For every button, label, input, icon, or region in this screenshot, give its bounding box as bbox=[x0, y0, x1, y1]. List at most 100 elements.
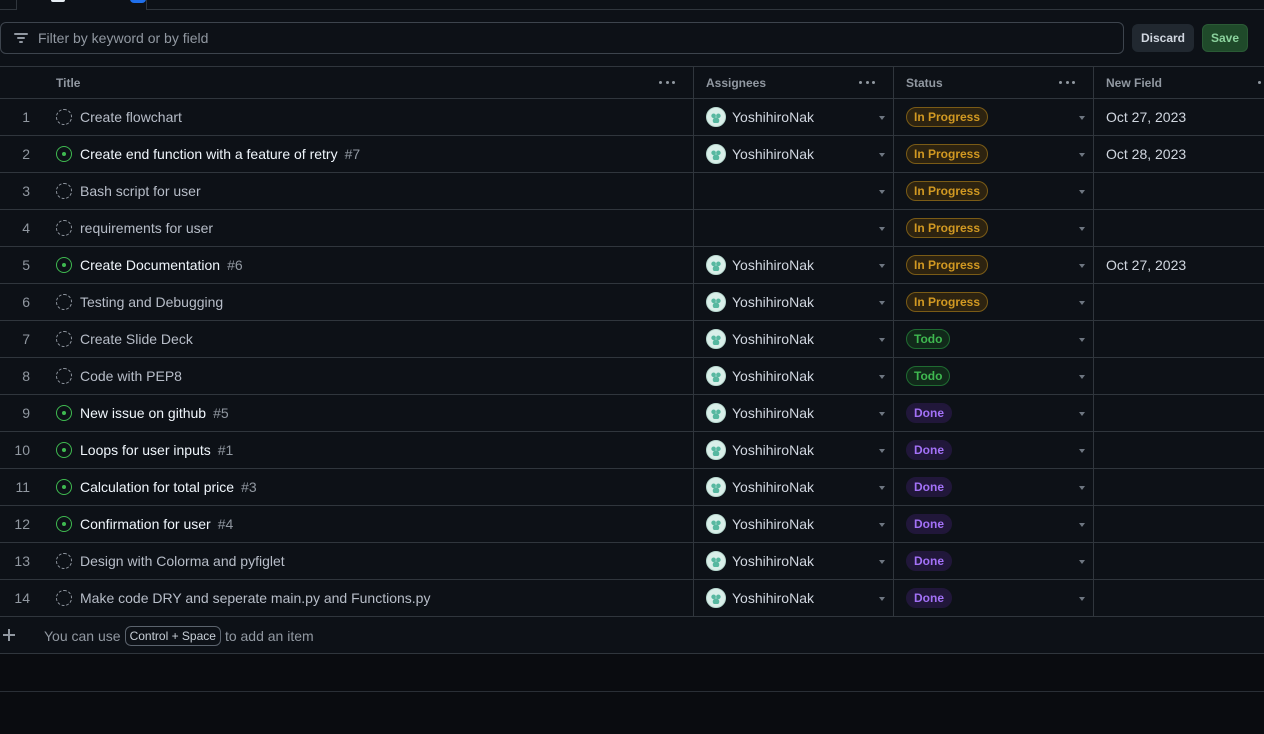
new-field-cell[interactable] bbox=[1094, 469, 1264, 505]
new-field-cell[interactable] bbox=[1094, 543, 1264, 579]
assignee-cell[interactable]: YoshihiroNak bbox=[694, 99, 894, 135]
assignee-cell[interactable]: YoshihiroNak bbox=[694, 543, 894, 579]
issue-number[interactable]: #7 bbox=[345, 146, 361, 162]
assignee-cell[interactable]: YoshihiroNak bbox=[694, 469, 894, 505]
status-cell[interactable]: In Progress bbox=[894, 99, 1094, 135]
item-title[interactable]: Testing and Debugging bbox=[80, 294, 223, 310]
title-cell[interactable]: New issue on github #5 bbox=[48, 395, 694, 431]
assignee-cell[interactable] bbox=[694, 210, 894, 246]
issue-number[interactable]: #1 bbox=[218, 442, 234, 458]
item-title[interactable]: Make code DRY and seperate main.py and F… bbox=[80, 590, 430, 606]
caret-down-icon[interactable] bbox=[879, 301, 885, 305]
status-cell[interactable]: Done bbox=[894, 469, 1094, 505]
assignee-cell[interactable]: YoshihiroNak bbox=[694, 395, 894, 431]
status-cell[interactable]: In Progress bbox=[894, 284, 1094, 320]
new-field-cell[interactable] bbox=[1094, 580, 1264, 616]
active-view-tab[interactable] bbox=[16, 0, 147, 10]
title-cell[interactable]: Confirmation for user #4 bbox=[48, 506, 694, 542]
caret-down-icon[interactable] bbox=[1079, 338, 1085, 342]
kebab-icon[interactable] bbox=[1059, 81, 1075, 85]
caret-down-icon[interactable] bbox=[1079, 449, 1085, 453]
title-cell[interactable]: Create end function with a feature of re… bbox=[48, 136, 694, 172]
new-field-cell[interactable] bbox=[1094, 284, 1264, 320]
status-cell[interactable]: Done bbox=[894, 506, 1094, 542]
item-title[interactable]: Bash script for user bbox=[80, 183, 201, 199]
title-cell[interactable]: Design with Colorma and pyfiglet bbox=[48, 543, 694, 579]
caret-down-icon[interactable] bbox=[879, 338, 885, 342]
caret-down-icon[interactable] bbox=[879, 116, 885, 120]
new-field-cell[interactable] bbox=[1094, 358, 1264, 394]
assignee-cell[interactable] bbox=[694, 173, 894, 209]
save-button[interactable]: Save bbox=[1202, 24, 1248, 52]
table-row[interactable]: 7 Create Slide Deck YoshihiroNak Todo bbox=[0, 321, 1264, 358]
caret-down-icon[interactable] bbox=[1079, 486, 1085, 490]
title-cell[interactable]: Bash script for user bbox=[48, 173, 694, 209]
caret-down-icon[interactable] bbox=[879, 412, 885, 416]
assignee-cell[interactable]: YoshihiroNak bbox=[694, 432, 894, 468]
item-title[interactable]: requirements for user bbox=[80, 220, 213, 236]
caret-down-icon[interactable] bbox=[1079, 560, 1085, 564]
status-cell[interactable]: In Progress bbox=[894, 210, 1094, 246]
title-cell[interactable]: Create Documentation #6 bbox=[48, 247, 694, 283]
assignee-cell[interactable]: YoshihiroNak bbox=[694, 506, 894, 542]
table-row[interactable]: 9 New issue on github #5 YoshihiroNak Do… bbox=[0, 395, 1264, 432]
title-cell[interactable]: Testing and Debugging bbox=[48, 284, 694, 320]
status-cell[interactable]: Done bbox=[894, 395, 1094, 431]
new-field-cell[interactable] bbox=[1094, 173, 1264, 209]
title-cell[interactable]: Create flowchart bbox=[48, 99, 694, 135]
table-row[interactable]: 13 Design with Colorma and pyfiglet Yosh… bbox=[0, 543, 1264, 580]
caret-down-icon[interactable] bbox=[1079, 190, 1085, 194]
assignee-cell[interactable]: YoshihiroNak bbox=[694, 358, 894, 394]
table-row[interactable]: 10 Loops for user inputs #1 YoshihiroNak… bbox=[0, 432, 1264, 469]
assignee-cell[interactable]: YoshihiroNak bbox=[694, 321, 894, 357]
table-row[interactable]: 12 Confirmation for user #4 YoshihiroNak… bbox=[0, 506, 1264, 543]
issue-number[interactable]: #5 bbox=[213, 405, 229, 421]
caret-down-icon[interactable] bbox=[1079, 597, 1085, 601]
table-row[interactable]: 8 Code with PEP8 YoshihiroNak Todo bbox=[0, 358, 1264, 395]
item-title[interactable]: Create Documentation bbox=[80, 257, 220, 273]
caret-down-icon[interactable] bbox=[879, 597, 885, 601]
caret-down-icon[interactable] bbox=[1079, 116, 1085, 120]
caret-down-icon[interactable] bbox=[879, 190, 885, 194]
caret-down-icon[interactable] bbox=[1079, 375, 1085, 379]
status-cell[interactable]: Done bbox=[894, 432, 1094, 468]
new-field-cell[interactable]: Oct 27, 2023 bbox=[1094, 99, 1264, 135]
table-row[interactable]: 4 requirements for user In Progress bbox=[0, 210, 1264, 247]
title-cell[interactable]: Calculation for total price #3 bbox=[48, 469, 694, 505]
title-cell[interactable]: Code with PEP8 bbox=[48, 358, 694, 394]
new-field-cell[interactable] bbox=[1094, 395, 1264, 431]
new-field-cell[interactable]: Oct 28, 2023 bbox=[1094, 136, 1264, 172]
table-row[interactable]: 3 Bash script for user In Progress bbox=[0, 173, 1264, 210]
header-new-field[interactable]: New Field bbox=[1094, 67, 1264, 98]
issue-number[interactable]: #6 bbox=[227, 257, 243, 273]
caret-down-icon[interactable] bbox=[1079, 264, 1085, 268]
caret-down-icon[interactable] bbox=[1079, 301, 1085, 305]
item-title[interactable]: New issue on github bbox=[80, 405, 206, 421]
title-cell[interactable]: Make code DRY and seperate main.py and F… bbox=[48, 580, 694, 616]
table-row[interactable]: 1 Create flowchart YoshihiroNak In Progr… bbox=[0, 99, 1264, 136]
title-cell[interactable]: Loops for user inputs #1 bbox=[48, 432, 694, 468]
caret-down-icon[interactable] bbox=[879, 375, 885, 379]
caret-down-icon[interactable] bbox=[879, 523, 885, 527]
caret-down-icon[interactable] bbox=[879, 227, 885, 231]
filter-field[interactable] bbox=[0, 22, 1124, 54]
issue-number[interactable]: #4 bbox=[218, 516, 234, 532]
plus-icon[interactable] bbox=[3, 629, 15, 641]
status-cell[interactable]: In Progress bbox=[894, 136, 1094, 172]
status-cell[interactable]: Todo bbox=[894, 321, 1094, 357]
item-title[interactable]: Calculation for total price bbox=[80, 479, 234, 495]
discard-button[interactable]: Discard bbox=[1132, 24, 1194, 52]
new-field-cell[interactable] bbox=[1094, 432, 1264, 468]
assignee-cell[interactable]: YoshihiroNak bbox=[694, 247, 894, 283]
item-title[interactable]: Create Slide Deck bbox=[80, 331, 193, 347]
item-title[interactable]: Design with Colorma and pyfiglet bbox=[80, 553, 285, 569]
kebab-icon[interactable] bbox=[859, 81, 875, 85]
caret-down-icon[interactable] bbox=[879, 153, 885, 157]
new-field-cell[interactable] bbox=[1094, 321, 1264, 357]
caret-down-icon[interactable] bbox=[1079, 153, 1085, 157]
filter-input[interactable] bbox=[38, 30, 1123, 46]
table-row[interactable]: 5 Create Documentation #6 YoshihiroNak I… bbox=[0, 247, 1264, 284]
item-title[interactable]: Create flowchart bbox=[80, 109, 182, 125]
caret-down-icon[interactable] bbox=[879, 264, 885, 268]
issue-number[interactable]: #3 bbox=[241, 479, 257, 495]
